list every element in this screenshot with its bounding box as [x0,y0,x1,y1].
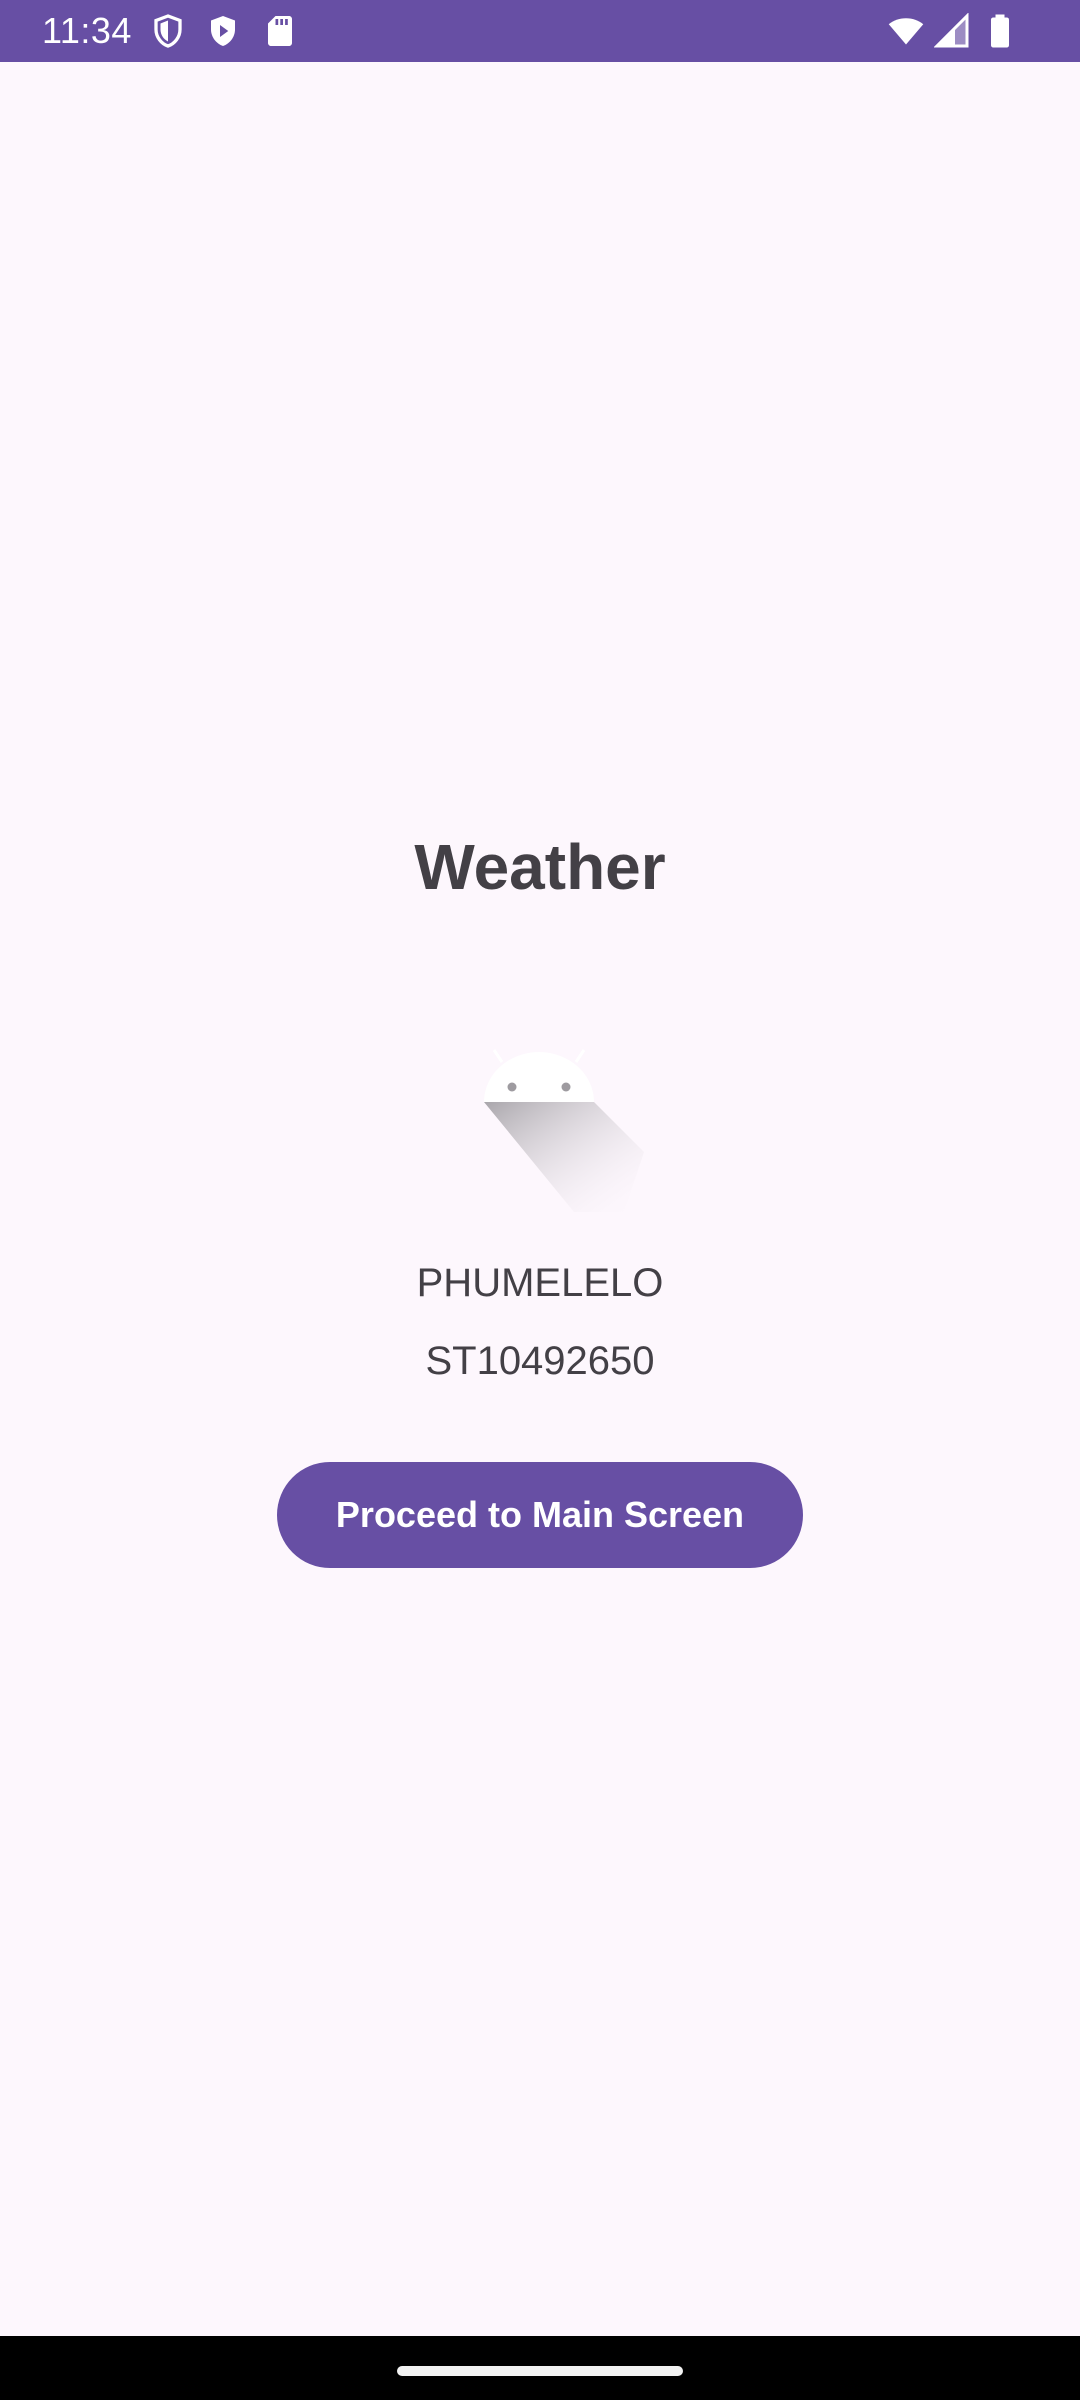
cell-signal-icon [934,13,970,49]
play-protect-icon [205,13,241,49]
student-id-text: ST10492650 [425,1339,655,1383]
main-content: Weather PHUMELELO ST10492650 Proceed to … [0,62,1080,2336]
home-gesture-handle[interactable] [397,2366,683,2376]
page-title: Weather [414,831,666,903]
android-logo-icon [474,1032,654,1212]
status-bar: 11:34 [0,0,1080,62]
proceed-button[interactable]: Proceed to Main Screen [277,1462,803,1568]
name-text: PHUMELELO [416,1261,664,1305]
wifi-icon [886,13,926,49]
sd-card-icon [262,13,298,49]
shield-icon [150,13,186,49]
status-time: 11:34 [42,10,132,51]
navigation-bar [0,2336,1080,2400]
battery-icon [982,13,1018,49]
